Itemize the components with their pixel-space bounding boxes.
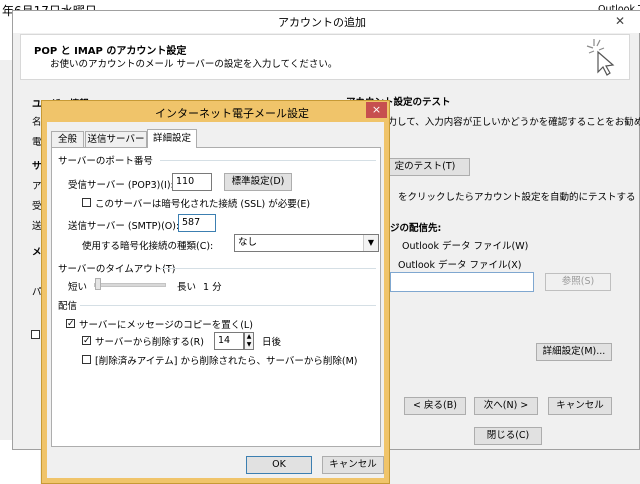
incoming-port-input[interactable]: 110 (172, 173, 212, 191)
timeout-slider-thumb[interactable] (95, 278, 101, 290)
test-description: 入力して、入力内容が正しいかどうかを確認することをお勧め (378, 117, 640, 128)
encryption-type-label: 使用する暗号化接続の種類(C): (82, 241, 214, 252)
chevron-down-icon[interactable]: ▼ (363, 235, 378, 251)
encryption-type-select[interactable]: なし ▼ (234, 234, 379, 252)
ok-button[interactable]: OK (246, 456, 312, 474)
radio-existing-data-file[interactable]: Outlook データ ファイル(X) (398, 257, 521, 271)
account-window-close-icon[interactable]: ✕ (600, 11, 640, 31)
delivery-label: ジの配信先: (390, 223, 442, 234)
radio-new-data-file[interactable]: Outlook データ ファイル(W) (402, 238, 528, 252)
timeout-long-label: 長い (177, 282, 197, 293)
inet-dialog-title: インターネット電子メール設定 (155, 107, 309, 120)
account-header-subtitle: お使いのアカウントのメール サーバーの設定を入力してください。 (50, 59, 338, 70)
tab-advanced[interactable]: 詳細設定 (147, 129, 197, 148)
remove-after-label: サーバーから削除する(R) (95, 337, 204, 348)
port-group-label: サーバーのポート番号 (58, 156, 153, 167)
remove-deleted-label: [削除済みアイテム] から削除されたら、サーバーから削除(M) (95, 356, 358, 367)
remove-after-checkbox[interactable]: ✓ (82, 336, 91, 346)
account-window-title: アカウントの追加 (278, 16, 366, 29)
default-ports-button[interactable]: 標準設定(D) (224, 173, 292, 191)
timeout-group-line (160, 268, 376, 269)
tab-outgoing-server[interactable]: 送信サーバー (85, 131, 147, 147)
auto-test-description: をクリックしたらアカウント設定を自動的にテストする (398, 192, 636, 203)
tab-general[interactable]: 全般 (51, 131, 84, 147)
timeout-value: 1 分 (203, 282, 222, 293)
delivery-group-label: 配信 (58, 301, 78, 312)
timeout-group-label: サーバーのタイムアウト(T) (58, 264, 176, 275)
data-file-path-input[interactable] (390, 272, 534, 292)
days-spinner[interactable]: ▲ ▼ (244, 332, 254, 350)
browse-button: 参照(S) (545, 273, 611, 291)
ssl-checkbox[interactable] (82, 198, 91, 207)
timeout-slider-track[interactable] (94, 283, 166, 287)
outgoing-server-label: 送信サーバー (SMTP)(O): (68, 221, 180, 232)
encryption-type-value: なし (238, 237, 258, 248)
ssl-label: このサーバーは暗号化された接続 (SSL) が必要(E) (95, 199, 311, 210)
remove-after-days-input[interactable]: 14 (214, 332, 244, 350)
leave-copy-label: サーバーにメッセージのコピーを置く(L) (79, 320, 253, 331)
inet-dialog-close-icon[interactable]: × (366, 102, 387, 118)
timeout-short-label: 短い (68, 282, 88, 293)
test-settings-button[interactable]: 定のテスト(T) (380, 158, 470, 176)
remove-deleted-checkbox[interactable] (82, 355, 91, 364)
left-checkbox[interactable] (31, 330, 40, 339)
days-unit-label: 日後 (262, 337, 282, 348)
port-group-line (160, 160, 376, 161)
close-button[interactable]: 閉じる(C) (474, 427, 542, 445)
leave-copy-checkbox[interactable]: ✓ (66, 319, 75, 329)
delivery-group-line (80, 305, 376, 306)
next-button[interactable]: 次へ(N) > (474, 397, 538, 415)
back-button[interactable]: < 戻る(B) (404, 397, 466, 415)
outgoing-port-input[interactable]: 587 (178, 214, 216, 232)
account-cancel-button[interactable]: キャンセル (548, 397, 612, 415)
incoming-server-label: 受信サーバー (POP3)(I): (68, 180, 174, 191)
cursor-sparkle-icon (586, 36, 620, 76)
more-settings-button[interactable]: 詳細設定(M)... (536, 343, 612, 361)
tab-page (51, 147, 381, 447)
inet-cancel-button[interactable]: キャンセル (322, 456, 384, 474)
account-header-title: POP と IMAP のアカウント設定 (34, 46, 187, 57)
